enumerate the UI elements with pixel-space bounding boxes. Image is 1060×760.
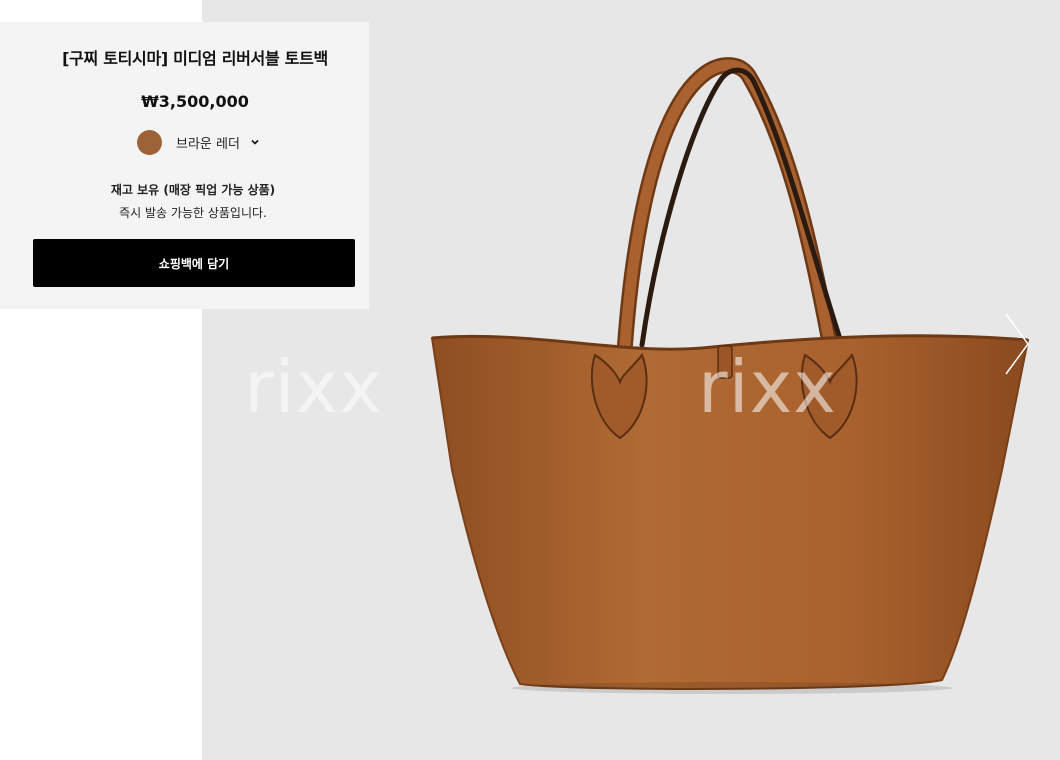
shipping-note: 즉시 발송 가능한 상품입니다.	[119, 206, 267, 220]
product-price: ₩3,500,000	[141, 92, 249, 111]
color-selector[interactable]: 브라운 레더	[137, 129, 260, 155]
color-label: 브라운 레더	[176, 136, 240, 152]
chevron-down-icon	[251, 139, 259, 145]
watermark-center: rixx	[698, 345, 837, 429]
color-swatch	[137, 129, 162, 155]
product-title: [구찌 토티시마] 미디엄 리버서블 토트백	[62, 49, 328, 68]
chevron-right-icon[interactable]	[1002, 312, 1032, 376]
stock-status: 재고 보유 (매장 픽업 가능 상품)	[110, 183, 276, 197]
add-to-bag-button[interactable]: 쇼핑백에 담기	[33, 239, 355, 287]
watermark-left: rixx	[244, 345, 383, 429]
